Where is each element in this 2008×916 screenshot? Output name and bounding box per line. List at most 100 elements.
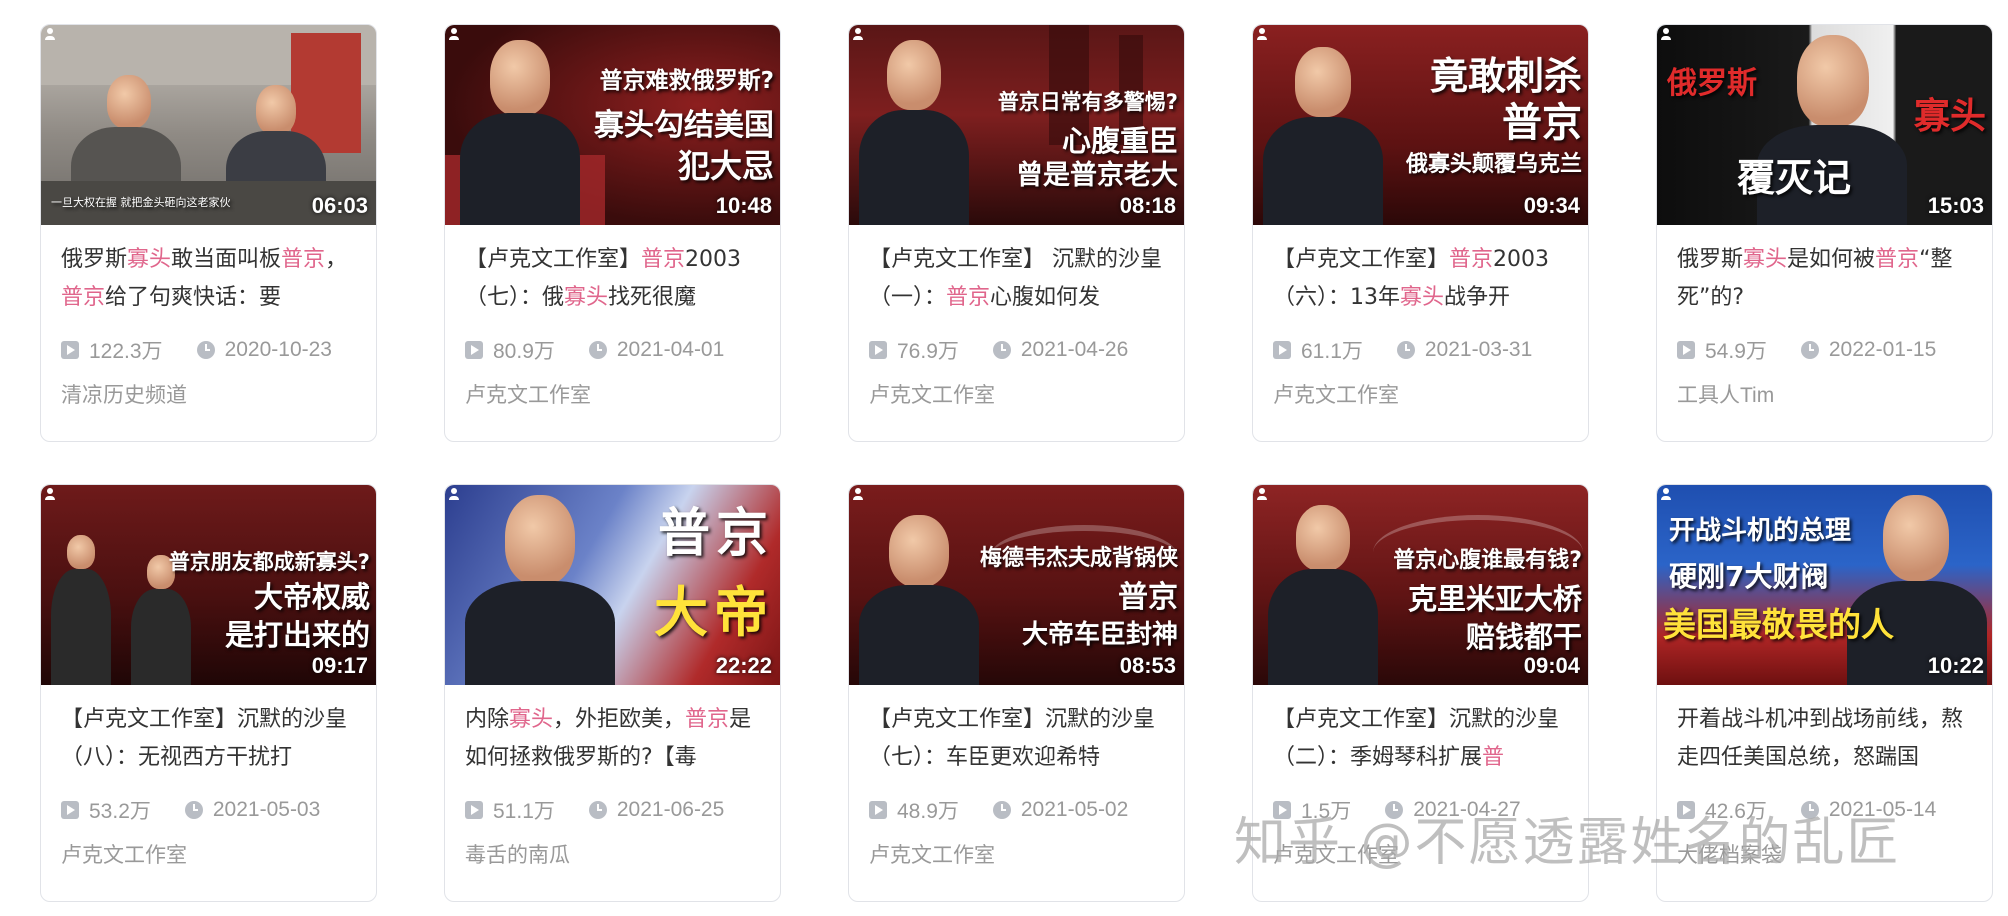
video-duration: 09:34 bbox=[1523, 193, 1580, 218]
thumbnail-caption-1: 开战斗机的总理 bbox=[1669, 516, 1852, 546]
video-thumbnail[interactable]: 普京 大帝 22:22 bbox=[445, 485, 780, 685]
video-thumbnail[interactable]: 普京心腹谁最有钱? 克里米亚大桥 赔钱都干 09:04 bbox=[1253, 485, 1588, 685]
video-card[interactable]: 普京 大帝 22:22 内除寡头，外拒欧美，普京是如何拯救俄罗斯的?【毒 51.… bbox=[444, 484, 781, 902]
thumbnail-caption-1: 普京 bbox=[657, 504, 774, 564]
video-title[interactable]: 开着战斗机冲到战场前线，熬走四任美国总统，怒踹国 bbox=[1677, 701, 1972, 777]
view-count: 80.9万 bbox=[493, 340, 555, 363]
video-card[interactable]: 竟敢刺杀 普京 俄寡头颠覆乌克兰 09:34 【卢克文工作室】普京2003（六）… bbox=[1252, 24, 1589, 442]
author-name[interactable]: 卢克文工作室 bbox=[465, 379, 591, 409]
thumbnail-caption-2: 心腹重臣 bbox=[1061, 124, 1178, 158]
video-thumbnail[interactable]: 梅德韦杰夫成背锅侠 普京 大帝车臣封神 08:53 bbox=[849, 485, 1184, 685]
thumbnail-caption-2: 克里米亚大桥 bbox=[1407, 582, 1582, 616]
video-title[interactable]: 【卢克文工作室】普京2003（六）：13年寡头战争开 bbox=[1273, 241, 1568, 317]
author-name[interactable]: 工具人Tim bbox=[1677, 379, 1774, 409]
view-count: 54.9万 bbox=[1705, 340, 1767, 363]
video-thumbnail[interactable]: 竟敢刺杀 普京 俄寡头颠覆乌克兰 09:34 bbox=[1253, 25, 1588, 225]
view-count: 76.9万 bbox=[897, 340, 959, 363]
thumbnail-caption-3: 俄寡头颠覆乌克兰 bbox=[1405, 152, 1582, 177]
video-title[interactable]: 【卢克文工作室】沉默的沙皇（七）：车臣更欢迎希特 bbox=[869, 701, 1164, 777]
author-name[interactable]: 卢克文工作室 bbox=[869, 379, 995, 409]
publish-date: 2021-06-25 bbox=[616, 798, 725, 821]
video-meta: 51.1万 2021-06-25 bbox=[465, 795, 760, 825]
video-duration: 08:53 bbox=[1119, 653, 1176, 678]
thumbnail-caption-3: 曾是普京老大 bbox=[1016, 160, 1178, 191]
play-icon bbox=[465, 341, 483, 359]
clock-icon bbox=[1800, 341, 1819, 359]
clock-icon bbox=[184, 801, 203, 819]
view-count: 48.9万 bbox=[897, 800, 959, 823]
publish-date: 2021-05-03 bbox=[212, 798, 321, 821]
video-duration: 10:22 bbox=[1927, 653, 1984, 678]
author-name[interactable]: 卢克文工作室 bbox=[61, 839, 187, 869]
video-meta: 80.9万 2021-04-01 bbox=[465, 335, 760, 365]
author-row[interactable]: 清凉历史频道 bbox=[61, 379, 356, 409]
author-row[interactable]: 卢克文工作室 bbox=[61, 839, 356, 869]
video-duration: 09:17 bbox=[311, 653, 368, 678]
video-card[interactable]: 普京难救俄罗斯? 寡头勾结美国 犯大忌 10:48 【卢克文工作室】普京2003… bbox=[444, 24, 781, 442]
video-meta: 53.2万 2021-05-03 bbox=[61, 795, 356, 825]
video-thumbnail[interactable]: 一旦大权在握 就把金头砸向这老家伙 06:03 bbox=[41, 25, 376, 225]
person-silhouette bbox=[859, 40, 969, 225]
play-icon bbox=[1677, 341, 1695, 359]
author-row[interactable]: 卢克文工作室 bbox=[1273, 379, 1568, 409]
video-card[interactable]: 俄罗斯 寡头 覆灭记 15:03 俄罗斯寡头是如何被普京“整死”的? 54.9万… bbox=[1656, 24, 1993, 442]
video-card[interactable]: 普京日常有多警惕? 心腹重臣 曾是普京老大 08:18 【卢克文工作室】 沉默的… bbox=[848, 24, 1185, 442]
thumbnail-caption-3: 犯大忌 bbox=[677, 147, 774, 185]
video-title[interactable]: 【卢克文工作室】沉默的沙皇（八）：无视西方干扰打 bbox=[61, 701, 356, 777]
video-thumbnail[interactable]: 普京日常有多警惕? 心腹重臣 曾是普京老大 08:18 bbox=[849, 25, 1184, 225]
play-icon bbox=[61, 801, 79, 819]
thumbnail-caption-1: 普京朋友都成新寡头? bbox=[168, 550, 370, 574]
video-thumbnail[interactable]: 俄罗斯 寡头 覆灭记 15:03 bbox=[1657, 25, 1992, 225]
person-silhouette bbox=[460, 40, 580, 225]
author-row[interactable]: 卢克文工作室 bbox=[465, 379, 760, 409]
video-card[interactable]: 普京朋友都成新寡头? 大帝权威 是打出来的 09:17 【卢克文工作室】沉默的沙… bbox=[40, 484, 377, 902]
video-title[interactable]: 俄罗斯寡头敢当面叫板普京，普京给了句爽快话：要 bbox=[61, 241, 356, 317]
thumbnail-caption-1: 普京难救俄罗斯? bbox=[599, 68, 774, 94]
author-row[interactable]: 卢克文工作室 bbox=[869, 839, 1164, 869]
author-name[interactable]: 卢克文工作室 bbox=[869, 839, 995, 869]
thumbnail-caption-3: 美国最敬畏的人 bbox=[1663, 605, 1894, 644]
play-icon bbox=[61, 341, 79, 359]
author-name[interactable]: 清凉历史频道 bbox=[61, 379, 187, 409]
video-duration: 22:22 bbox=[715, 653, 772, 678]
publish-date: 2021-04-26 bbox=[1020, 338, 1129, 361]
play-icon bbox=[1273, 341, 1291, 359]
video-title[interactable]: 【卢克文工作室】普京2003（七）：俄寡头找死很魔 bbox=[465, 241, 760, 317]
publish-date: 2022-01-15 bbox=[1828, 338, 1937, 361]
video-title[interactable]: 【卢克文工作室】 沉默的沙皇（一）：普京心腹如何发 bbox=[869, 241, 1164, 317]
video-thumbnail[interactable]: 开战斗机的总理 硬刚7大财阀 美国最敬畏的人 10:22 bbox=[1657, 485, 1992, 685]
thumbnail-caption-2: 普京 bbox=[1502, 100, 1582, 146]
thumbnail-caption-3: 赔钱都干 bbox=[1465, 620, 1582, 654]
thumbnail-caption-1: 俄罗斯 bbox=[1667, 66, 1757, 101]
thumbnail-caption-1: 普京日常有多警惕? bbox=[997, 90, 1178, 114]
person-silhouette bbox=[859, 515, 979, 685]
publish-date: 2020-10-23 bbox=[224, 338, 332, 361]
video-title[interactable]: 内除寡头，外拒欧美，普京是如何拯救俄罗斯的?【毒 bbox=[465, 701, 760, 777]
person-silhouette bbox=[465, 495, 615, 685]
video-duration: 08:18 bbox=[1119, 193, 1176, 218]
watermark: 知乎 @不愿透露姓名的乱匠 bbox=[1234, 813, 1901, 873]
author-row[interactable]: 工具人Tim bbox=[1677, 379, 1972, 409]
thumbnail-caption-1: 梅德韦杰夫成背锅侠 bbox=[979, 546, 1178, 571]
person-silhouette bbox=[51, 535, 111, 685]
video-card[interactable]: 一旦大权在握 就把金头砸向这老家伙 06:03 俄罗斯寡头敢当面叫板普京，普京给… bbox=[40, 24, 377, 442]
video-title[interactable]: 【卢克文工作室】沉默的沙皇（二）：季姆琴科扩展普 bbox=[1273, 701, 1568, 777]
thumbnail-caption-2: 大帝 bbox=[654, 581, 774, 644]
video-grid: 一旦大权在握 就把金头砸向这老家伙 06:03 俄罗斯寡头敢当面叫板普京，普京给… bbox=[40, 24, 1993, 902]
video-meta: 61.1万 2021-03-31 bbox=[1273, 335, 1568, 365]
view-count: 53.2万 bbox=[89, 800, 151, 823]
author-name[interactable]: 卢克文工作室 bbox=[1273, 379, 1399, 409]
author-name[interactable]: 毒舌的南瓜 bbox=[465, 839, 570, 869]
video-thumbnail[interactable]: 普京朋友都成新寡头? 大帝权威 是打出来的 09:17 bbox=[41, 485, 376, 685]
thumbnail-caption-2: 大帝权威 bbox=[253, 580, 370, 614]
video-meta: 76.9万 2021-04-26 bbox=[869, 335, 1164, 365]
thumbnail-caption-3: 覆灭记 bbox=[1737, 156, 1852, 200]
clock-icon bbox=[992, 801, 1011, 819]
video-title[interactable]: 俄罗斯寡头是如何被普京“整死”的? bbox=[1677, 241, 1972, 317]
video-thumbnail[interactable]: 普京难救俄罗斯? 寡头勾结美国 犯大忌 10:48 bbox=[445, 25, 780, 225]
clock-icon bbox=[992, 341, 1011, 359]
clock-icon bbox=[588, 341, 607, 359]
author-row[interactable]: 毒舌的南瓜 bbox=[465, 839, 760, 869]
video-card[interactable]: 梅德韦杰夫成背锅侠 普京 大帝车臣封神 08:53 【卢克文工作室】沉默的沙皇（… bbox=[848, 484, 1185, 902]
author-row[interactable]: 卢克文工作室 bbox=[869, 379, 1164, 409]
